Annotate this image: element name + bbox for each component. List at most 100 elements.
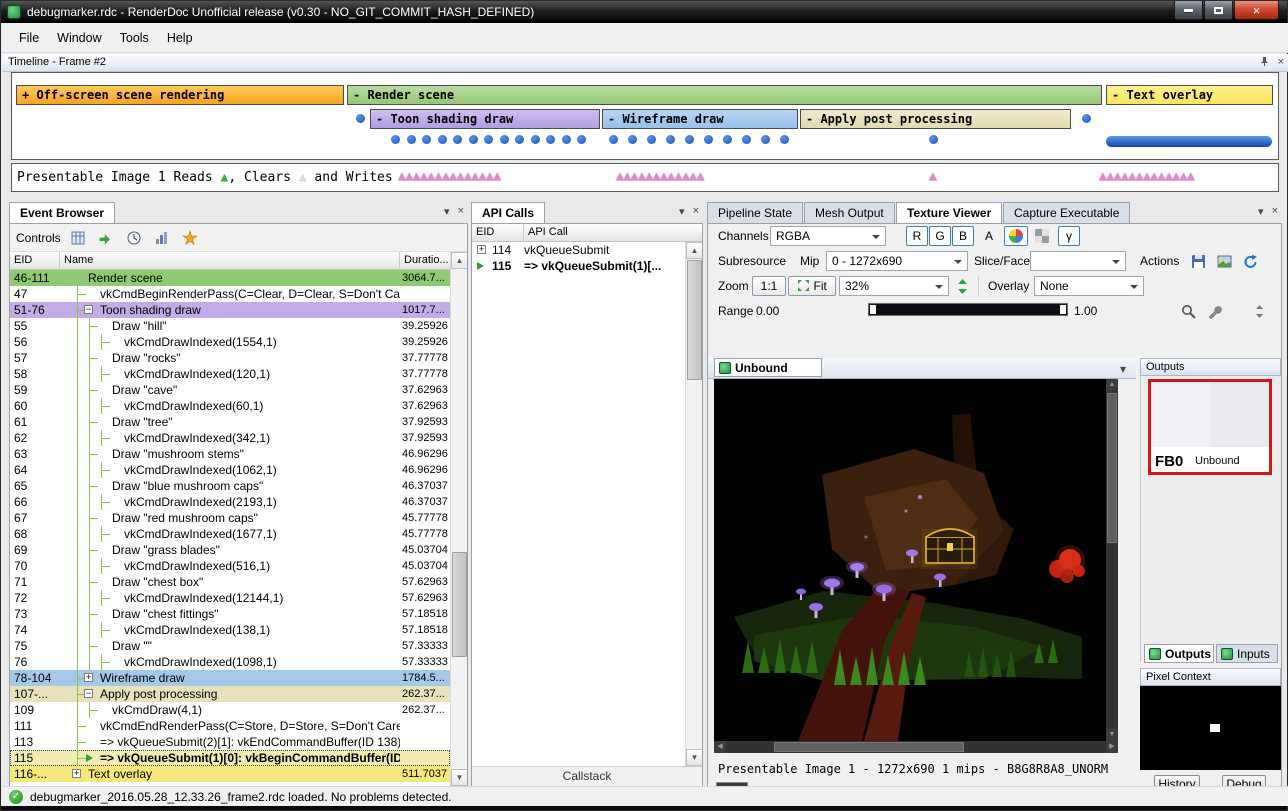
flip-y-button[interactable] bbox=[952, 276, 972, 296]
event-row[interactable]: 55Draw "hill"39.25926 bbox=[10, 318, 450, 334]
zoom-1to1-button[interactable]: 1:1 bbox=[752, 276, 786, 296]
timeline-bar-offscreen[interactable]: + Off-screen scene rendering bbox=[16, 85, 344, 105]
menu-file[interactable]: File bbox=[10, 28, 48, 48]
timeline-close-icon[interactable]: × bbox=[1278, 56, 1284, 68]
event-row[interactable]: 46-111Render scene3064.7... bbox=[10, 270, 450, 286]
tab-texture-viewer[interactable]: Texture Viewer bbox=[896, 202, 1002, 223]
event-row[interactable]: 73Draw "chest fittings"57.18518 bbox=[10, 606, 450, 622]
drawcall-dot[interactable] bbox=[484, 135, 493, 144]
column-name[interactable]: Name bbox=[60, 252, 400, 269]
pin-icon[interactable] bbox=[1259, 56, 1270, 67]
range-max-handle[interactable] bbox=[1060, 305, 1066, 314]
event-row[interactable]: 113=> vkQueueSubmit(2)[1]: vkEndCommandB… bbox=[10, 734, 450, 750]
event-row[interactable]: 65Draw "blue mushroom caps"46.37037 bbox=[10, 478, 450, 494]
event-row[interactable]: 57Draw "rocks"37.77778 bbox=[10, 350, 450, 366]
drawcall-dot[interactable] bbox=[628, 135, 637, 144]
options-button[interactable] bbox=[179, 227, 201, 249]
expand-icon[interactable]: + bbox=[84, 673, 93, 682]
drawcall-dot[interactable] bbox=[742, 135, 751, 144]
drawcall-dot[interactable] bbox=[577, 135, 586, 144]
scroll-down-icon[interactable]: ▼ bbox=[1106, 729, 1118, 741]
drawcall-dot[interactable] bbox=[609, 135, 618, 144]
column-eid[interactable]: EID bbox=[10, 252, 60, 269]
drawcall-dot[interactable] bbox=[723, 135, 732, 144]
maximize-button[interactable] bbox=[1204, 1, 1233, 20]
scroll-up-icon[interactable]: ▲ bbox=[686, 242, 703, 259]
duration-column-button[interactable] bbox=[151, 227, 173, 249]
event-row[interactable]: 56vkCmdDrawIndexed(1554,1)39.25926 bbox=[10, 334, 450, 350]
event-browser-menu-icon[interactable]: ▾ bbox=[444, 205, 450, 218]
scroll-down-icon[interactable]: ▼ bbox=[451, 769, 468, 786]
menu-tools[interactable]: Tools bbox=[111, 28, 158, 48]
drawcall-dot[interactable] bbox=[531, 135, 540, 144]
write-triangles[interactable]: ▲ bbox=[929, 169, 936, 184]
range-slider[interactable] bbox=[868, 303, 1068, 316]
event-row[interactable]: 67Draw "red mushroom caps"45.77778 bbox=[10, 510, 450, 526]
event-row[interactable]: 70vkCmdDrawIndexed(516,1)45.03704 bbox=[10, 558, 450, 574]
tab-mesh-output[interactable]: Mesh Output bbox=[804, 202, 895, 223]
write-triangles[interactable]: ▲▲▲▲▲▲▲▲▲▲▲▲ bbox=[616, 169, 704, 184]
callstack-label[interactable]: Callstack bbox=[472, 766, 702, 786]
save-button[interactable] bbox=[1186, 251, 1210, 271]
drawcall-dot[interactable] bbox=[761, 135, 770, 144]
zoom-select[interactable]: 32% bbox=[839, 276, 949, 296]
checkerboard-button[interactable] bbox=[1030, 226, 1054, 246]
menu-window[interactable]: Window bbox=[48, 28, 110, 48]
timeline-bar-postproc[interactable]: - Apply post processing bbox=[800, 109, 1071, 129]
pixel-context-view[interactable] bbox=[1140, 686, 1281, 770]
fit-button[interactable]: Fit bbox=[788, 276, 836, 296]
scroll-down-icon[interactable]: ▼ bbox=[686, 749, 703, 766]
drawcall-dot[interactable] bbox=[391, 135, 400, 144]
write-triangles[interactable]: ▲▲▲▲▲▲▲▲▲▲▲▲▲▲ bbox=[398, 169, 501, 184]
timeline-canvas[interactable]: + Off-screen scene rendering - Render sc… bbox=[11, 72, 1279, 160]
column-eid[interactable]: EID bbox=[472, 224, 524, 241]
clear-triangle[interactable]: ▲ bbox=[299, 170, 307, 185]
event-row[interactable]: 66vkCmdDrawIndexed(2193,1)46.37037 bbox=[10, 494, 450, 510]
drawcall-dot[interactable] bbox=[515, 135, 524, 144]
mip-select[interactable]: 0 - 1272x690 bbox=[826, 251, 968, 271]
slice-face-select[interactable] bbox=[1030, 251, 1126, 271]
write-triangles[interactable]: ▲▲▲▲▲▲▲▲▲▲▲▲▲ bbox=[1099, 169, 1194, 184]
channel-a-button[interactable]: A bbox=[978, 226, 1000, 246]
event-row[interactable]: 74vkCmdDrawIndexed(138,1)57.18518 bbox=[10, 622, 450, 638]
event-row[interactable]: 107-...−Apply post processing262.37... bbox=[10, 686, 450, 702]
preview-tab-menu-icon[interactable]: ▾ bbox=[1120, 362, 1126, 376]
drawcall-dot[interactable] bbox=[666, 135, 675, 144]
zoom-range-button[interactable] bbox=[1176, 301, 1200, 321]
menu-help[interactable]: Help bbox=[158, 28, 202, 48]
open-image-button[interactable] bbox=[1212, 251, 1236, 271]
api-calls-close-icon[interactable]: × bbox=[693, 205, 699, 218]
timeline-bar-render-scene[interactable]: - Render scene bbox=[347, 85, 1102, 105]
drawcall-dot[interactable] bbox=[356, 114, 365, 123]
collapse-icon[interactable]: − bbox=[84, 305, 93, 314]
texture-hscrollbar[interactable]: ◀ ▶ bbox=[714, 741, 1118, 753]
timeline-text-overlay-draws-bar[interactable] bbox=[1106, 136, 1272, 147]
event-row[interactable]: 59Draw "cave"37.62963 bbox=[10, 382, 450, 398]
tab-api-calls[interactable]: API Calls bbox=[471, 202, 545, 223]
tab-inputs[interactable]: Inputs bbox=[1216, 644, 1278, 663]
api-calls-menu-icon[interactable]: ▾ bbox=[679, 205, 685, 218]
event-row[interactable]: 75Draw ""57.33333 bbox=[10, 638, 450, 654]
timeline-bar-text-overlay[interactable]: - Text overlay bbox=[1106, 85, 1273, 105]
event-row[interactable]: 58vkCmdDrawIndexed(120,1)37.77778 bbox=[10, 366, 450, 382]
event-row[interactable]: 60vkCmdDrawIndexed(60,1)37.62963 bbox=[10, 398, 450, 414]
api-calls-scrollbar[interactable]: ▲ ▼ bbox=[685, 242, 702, 766]
event-row[interactable]: 72vkCmdDrawIndexed(12144,1)57.62963 bbox=[10, 590, 450, 606]
event-row[interactable]: 68vkCmdDrawIndexed(1677,1)45.77778 bbox=[10, 526, 450, 542]
event-row[interactable]: 63Draw "mushroom stems"46.96296 bbox=[10, 446, 450, 462]
fb0-thumbnail[interactable]: FB0 Unbound bbox=[1148, 379, 1272, 475]
drawcall-dot[interactable] bbox=[685, 135, 694, 144]
gamma-button[interactable]: γ bbox=[1058, 226, 1080, 246]
bookmarks-button[interactable] bbox=[67, 227, 89, 249]
colorwheel-button[interactable] bbox=[1004, 226, 1028, 246]
texture-vscrollbar[interactable]: ▲ ▼ bbox=[1106, 379, 1118, 741]
drawcall-dot[interactable] bbox=[647, 135, 656, 144]
drawcall-dot[interactable] bbox=[929, 135, 938, 144]
channel-g-button[interactable]: G bbox=[929, 226, 951, 246]
drawcall-dot[interactable] bbox=[438, 135, 447, 144]
drawcall-dot[interactable] bbox=[562, 135, 571, 144]
event-row[interactable]: 116-...+Text overlay511.7037 bbox=[10, 766, 450, 782]
drawcall-dot[interactable] bbox=[500, 135, 509, 144]
event-row[interactable]: 51-76−Toon shading draw1017.7... bbox=[10, 302, 450, 318]
event-row[interactable]: 111vkCmdEndRenderPass(C=Store, D=Store, … bbox=[10, 718, 450, 734]
